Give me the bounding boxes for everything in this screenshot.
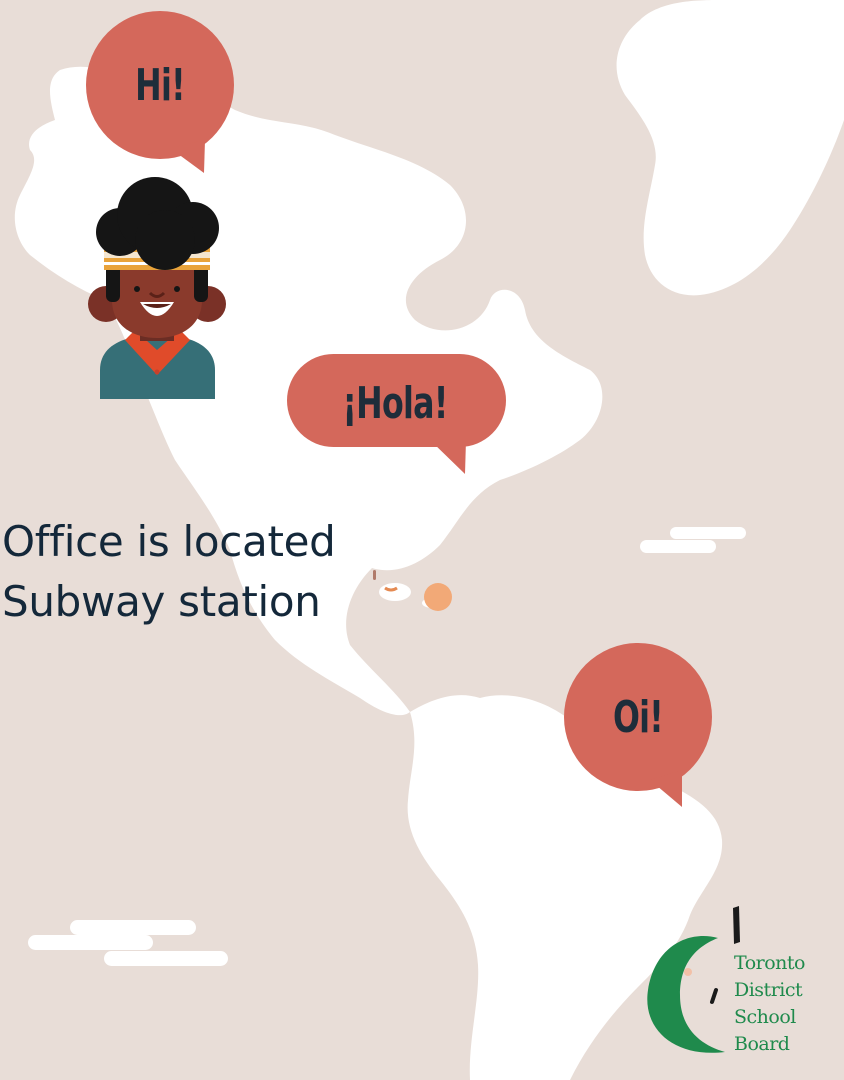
cloud-right — [640, 527, 746, 553]
map-mark — [373, 570, 376, 580]
logo-text-line1: Toronto — [734, 952, 805, 974]
office-location-line2: Subway station — [2, 577, 321, 626]
caribbean-island — [379, 583, 411, 601]
orange-dot — [424, 583, 452, 611]
greeting-oi-text: Oi! — [612, 692, 664, 743]
greeting-hi-text: Hi! — [135, 60, 185, 111]
cloud-left — [28, 920, 228, 966]
logo-text-line3: School — [734, 1006, 796, 1028]
logo-text-line4: Board — [734, 1033, 790, 1055]
logo-text-line2: District — [734, 979, 803, 1001]
greenland-landmass — [616, 0, 844, 296]
greeting-hola-text: ¡Hola! — [342, 378, 448, 429]
office-location-line1: Office is located — [2, 517, 336, 566]
